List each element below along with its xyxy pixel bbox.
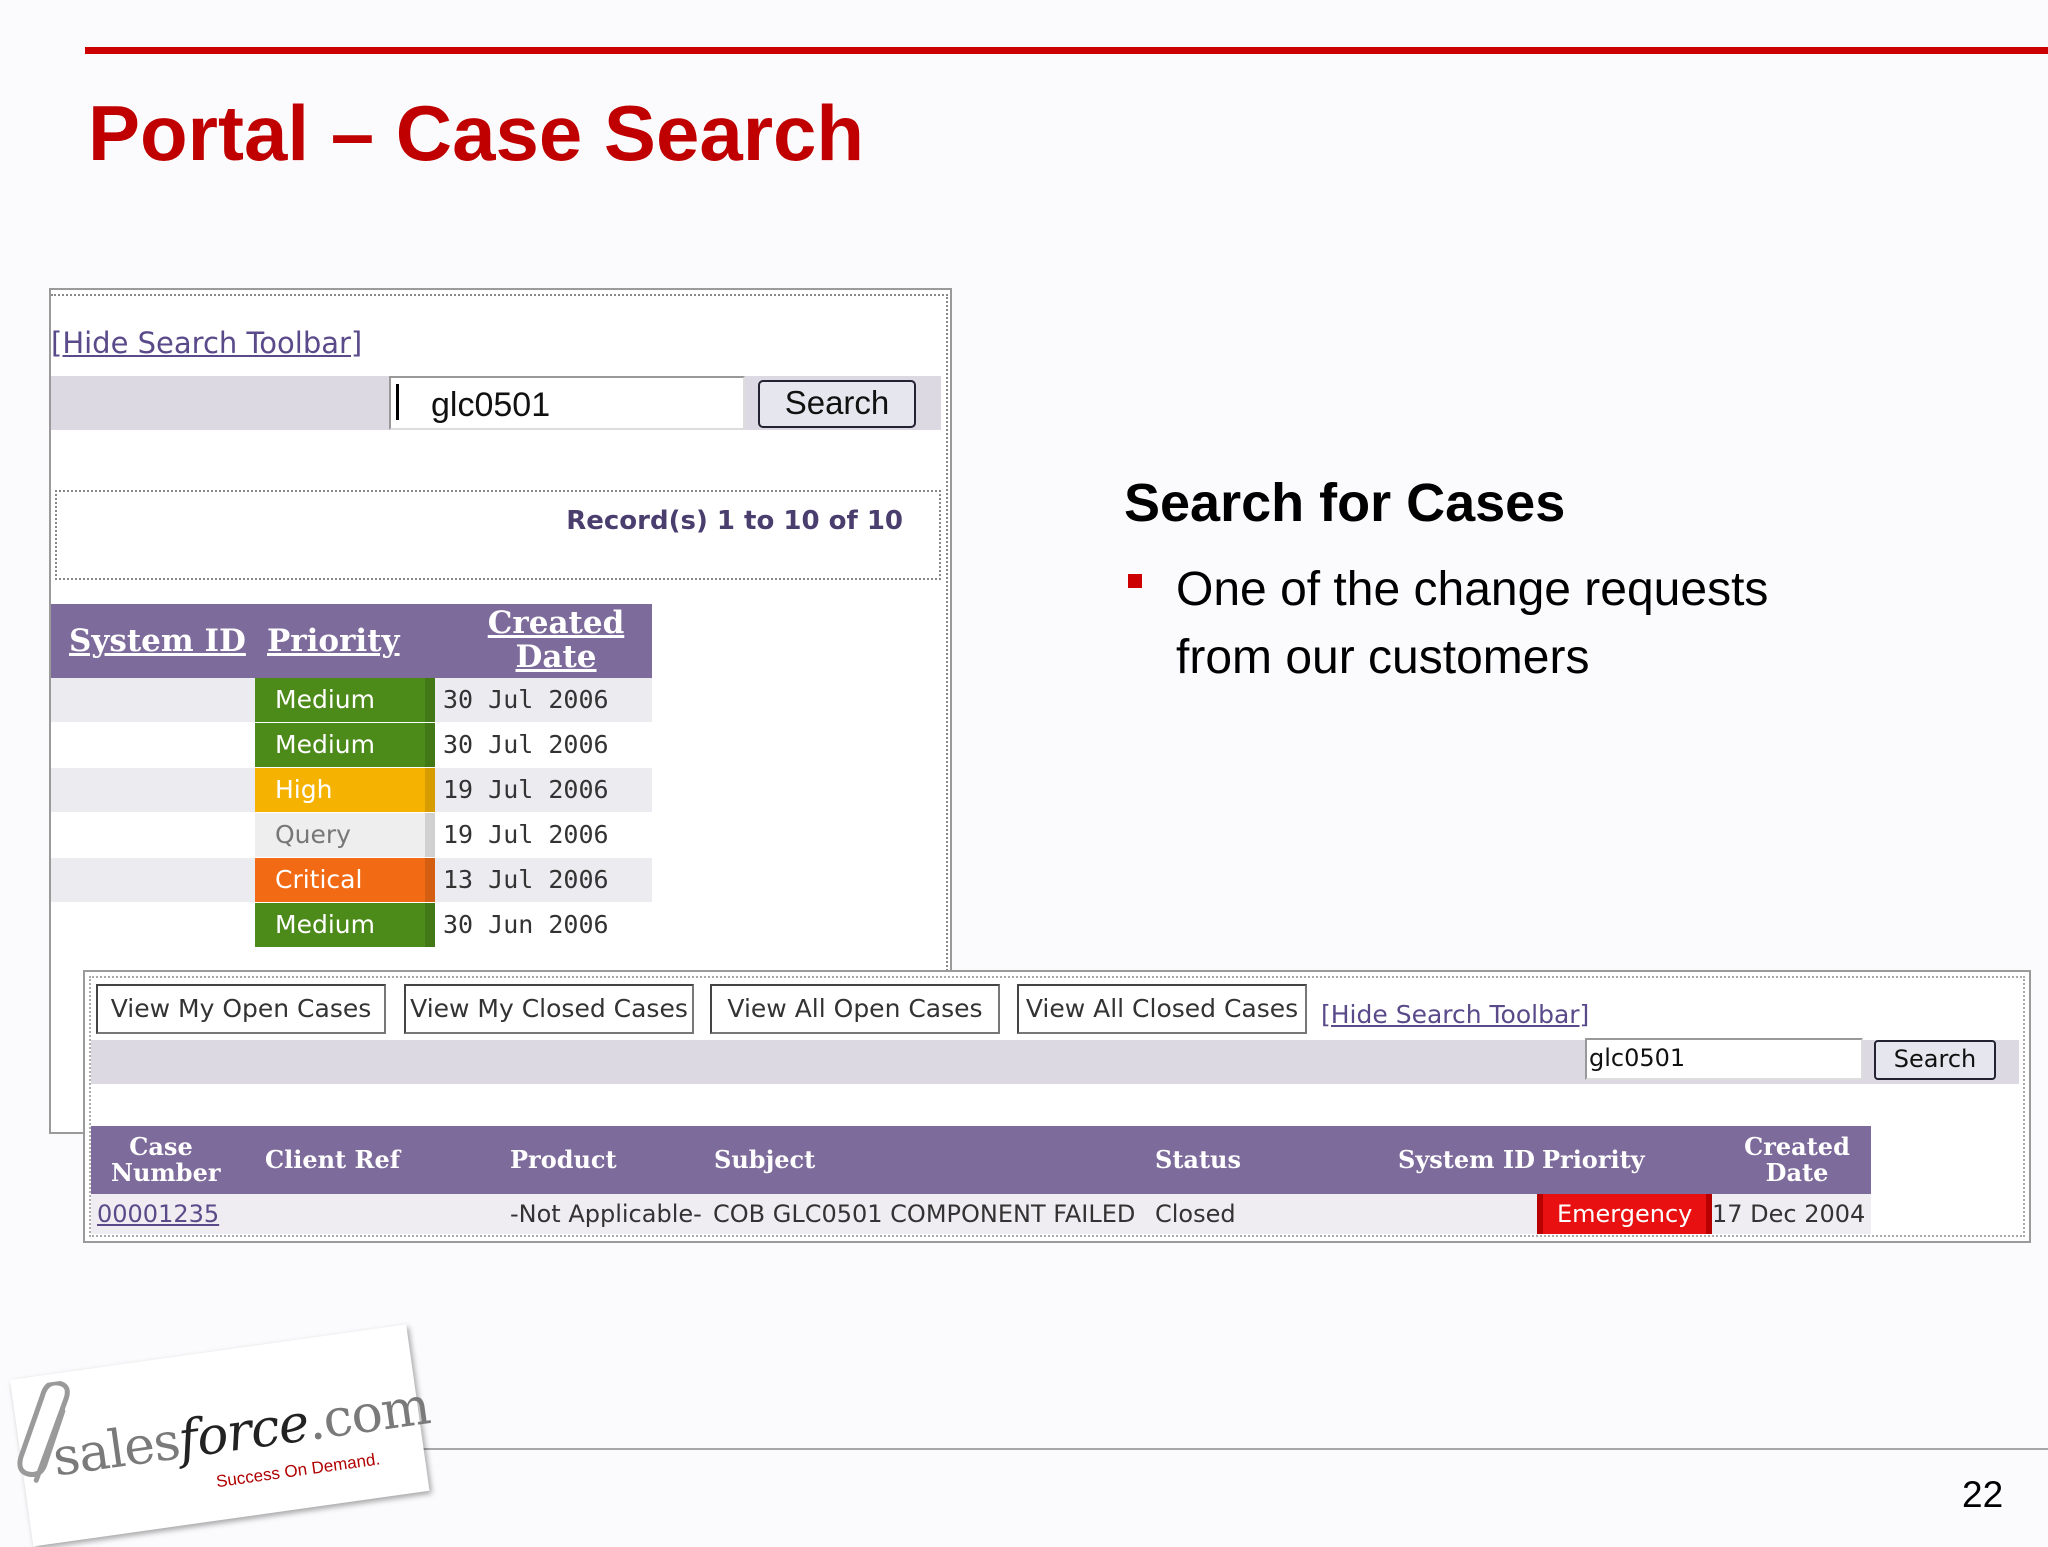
priority-cell: Medium xyxy=(255,678,435,722)
column-priority[interactable]: Priority xyxy=(267,624,400,658)
records-bar: Record(s) 1 to 10 of 10 xyxy=(55,490,941,580)
column-created-date[interactable]: Created Date xyxy=(1737,1134,1857,1186)
created-date-cell: 30 Jul 2006 xyxy=(443,685,609,714)
view-my-open-cases-button[interactable]: View My Open Cases xyxy=(96,984,386,1034)
search-button[interactable]: Search xyxy=(758,380,916,428)
column-case-number[interactable]: Case Number xyxy=(111,1134,220,1186)
priority-badge: Emergency xyxy=(1537,1194,1713,1234)
status-cell: Closed xyxy=(1155,1200,1236,1228)
column-priority[interactable]: Priority xyxy=(1542,1147,1645,1173)
case-search-screenshot-2: View My Open Cases View My Closed Cases … xyxy=(83,970,2031,1243)
hide-search-toolbar-link[interactable]: [Hide Search Toolbar] xyxy=(51,326,362,360)
view-all-closed-cases-button[interactable]: View All Closed Cases xyxy=(1017,984,1307,1034)
case-number-link[interactable]: 00001235 xyxy=(97,1194,219,1234)
created-date-cell: 30 Jun 2006 xyxy=(443,910,609,939)
slide-title: Portal – Case Search xyxy=(88,89,865,177)
table-row: Medium 30 Jul 2006 xyxy=(51,723,652,767)
column-system-id[interactable]: System ID xyxy=(1398,1147,1535,1173)
title-rule xyxy=(85,47,2048,54)
table-row: 00001235 -Not Applicable- COB GLC0501 CO… xyxy=(91,1194,1871,1234)
search-input-value: glc0501 xyxy=(431,386,551,424)
priority-cell: Query xyxy=(255,813,435,857)
table-row: High 19 Jul 2006 xyxy=(51,768,652,812)
priority-cell: Critical xyxy=(255,858,435,902)
page-number: 22 xyxy=(1962,1474,2004,1515)
column-status[interactable]: Status xyxy=(1155,1147,1241,1173)
created-date-cell: 19 Jul 2006 xyxy=(443,820,609,849)
bullet-marker xyxy=(1128,574,1142,588)
table-row: Medium 30 Jul 2006 xyxy=(51,678,652,722)
created-date-cell: 13 Jul 2006 xyxy=(443,865,609,894)
cases-grid-header: Case Number Client Ref Product Subject S… xyxy=(91,1126,1871,1194)
search-input[interactable]: glc0501 xyxy=(1585,1038,1863,1080)
records-count: Record(s) 1 to 10 of 10 xyxy=(566,506,903,536)
created-date-cell: 19 Jul 2006 xyxy=(443,775,609,804)
footer-rule xyxy=(400,1448,2048,1450)
text-caret xyxy=(396,384,399,420)
priority-cell: Medium xyxy=(255,723,435,767)
product-cell: -Not Applicable- xyxy=(510,1200,702,1228)
table-row: Critical 13 Jul 2006 xyxy=(51,858,652,902)
created-date-cell: 30 Jul 2006 xyxy=(443,730,609,759)
created-date-cell: 17 Dec 2004 xyxy=(1712,1200,1866,1228)
hide-search-toolbar-link[interactable]: [Hide Search Toolbar] xyxy=(1321,1000,1589,1029)
column-system-id[interactable]: System ID xyxy=(69,624,246,658)
column-subject[interactable]: Subject xyxy=(714,1147,815,1173)
column-created-date[interactable]: Created Date xyxy=(481,606,631,674)
priority-cell: High xyxy=(255,768,435,812)
salesforce-logo: salesforce.com Success On Demand. xyxy=(10,1324,433,1547)
cases-grid-header: System ID Priority Created Date xyxy=(51,604,652,678)
table-row: Medium 30 Jun 2006 xyxy=(51,903,652,947)
view-all-open-cases-button[interactable]: View All Open Cases xyxy=(710,984,1000,1034)
column-product[interactable]: Product xyxy=(510,1147,617,1173)
subject-cell: COB GLC0501 COMPONENT FAILED xyxy=(713,1200,1136,1228)
column-client-ref[interactable]: Client Ref xyxy=(265,1147,400,1173)
priority-cell: Medium xyxy=(255,903,435,947)
bullet-text: One of the change requests from our cust… xyxy=(1176,563,1769,684)
section-heading: Search for Cases xyxy=(1124,473,1566,533)
search-button[interactable]: Search xyxy=(1874,1040,1996,1080)
view-my-closed-cases-button[interactable]: View My Closed Cases xyxy=(404,984,694,1034)
table-row: Query 19 Jul 2006 xyxy=(51,813,652,857)
search-input[interactable]: glc0501 xyxy=(389,376,745,430)
